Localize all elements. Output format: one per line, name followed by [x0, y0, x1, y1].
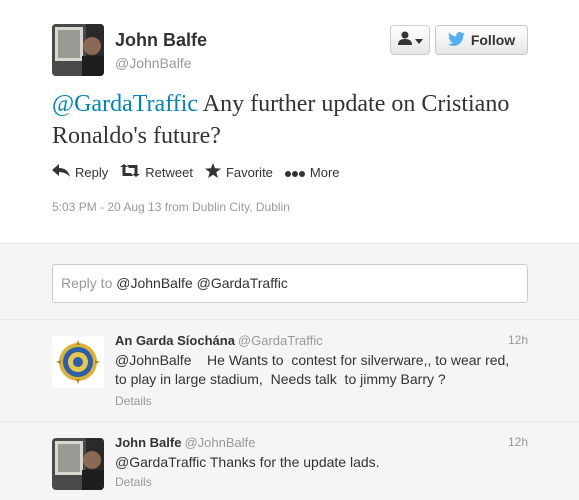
reply-time[interactable]: 12h: [508, 333, 528, 347]
reply-button[interactable]: Reply: [52, 164, 108, 180]
reply-header: John Balfe @JohnBalfe: [115, 435, 256, 450]
twitter-bird-icon: [447, 31, 465, 49]
reply-item[interactable]: An Garda Síochána @GardaTraffic 12h @John…: [0, 320, 579, 422]
reply-text: @GardaTraffic Thanks for the update lads…: [115, 454, 380, 470]
reply-author-handle[interactable]: @GardaTraffic: [238, 333, 323, 348]
reply-time[interactable]: 12h: [508, 435, 528, 449]
reply-mentions: @JohnBalfe @GardaTraffic: [116, 275, 288, 291]
follow-label: Follow: [470, 32, 516, 48]
author-avatar[interactable]: [52, 24, 104, 76]
author-handle[interactable]: @JohnBalfe: [115, 55, 191, 71]
tweet-timestamp[interactable]: 5:03 PM - 20 Aug 13 from Dublin City, Du…: [52, 200, 290, 214]
retweet-icon: [120, 164, 141, 180]
follow-button[interactable]: Follow: [435, 25, 528, 55]
tweet-actions: Reply Retweet Favorite More: [52, 163, 352, 181]
author-avatar[interactable]: [52, 438, 104, 490]
more-label: More: [309, 164, 340, 180]
garda-avatar[interactable]: [52, 336, 104, 388]
details-link[interactable]: Details: [115, 475, 152, 489]
user-icon: [397, 31, 412, 50]
retweet-label: Retweet: [145, 164, 193, 180]
details-link[interactable]: Details: [115, 394, 152, 408]
tweet-text: @GardaTraffic Any further update on Cris…: [52, 88, 522, 152]
favorite-label: Favorite: [225, 164, 273, 180]
user-actions-dropdown[interactable]: [390, 25, 430, 55]
reply-text: @JohnBalfe He Wants to contest for silve…: [115, 352, 510, 387]
retweet-button[interactable]: Retweet: [120, 164, 193, 180]
reply-label: Reply: [75, 164, 109, 180]
favorite-button[interactable]: Favorite: [204, 163, 273, 181]
reply-icon: [52, 164, 70, 180]
more-dots-icon: [284, 165, 305, 180]
caret-down-icon: [414, 31, 423, 49]
more-button[interactable]: More: [284, 164, 340, 180]
reply-author-name[interactable]: John Balfe: [115, 435, 181, 450]
reply-item[interactable]: John Balfe @JohnBalfe 12h @GardaTraffic T…: [0, 422, 579, 500]
star-icon: [204, 163, 221, 181]
reply-input[interactable]: Reply to @JohnBalfe @GardaTraffic: [52, 264, 528, 303]
author-name[interactable]: John Balfe: [115, 30, 207, 51]
reply-header: An Garda Síochána @GardaTraffic: [115, 333, 323, 348]
reply-author-handle[interactable]: @JohnBalfe: [184, 435, 255, 450]
mention-link[interactable]: @GardaTraffic: [52, 91, 198, 117]
reply-prefix: Reply to: [61, 275, 117, 291]
reply-section: Reply to @JohnBalfe @GardaTraffic: [0, 243, 579, 320]
reply-author-name[interactable]: An Garda Síochána: [115, 333, 235, 348]
